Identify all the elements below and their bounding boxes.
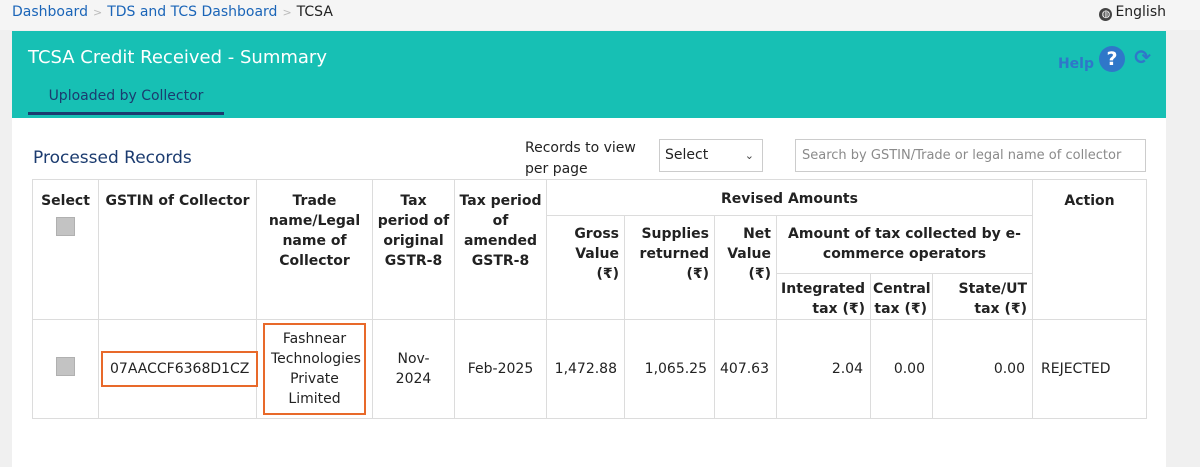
header-action: Action <box>1032 179 1147 320</box>
globe-icon: ◍ <box>1099 8 1113 21</box>
search-input[interactable] <box>795 139 1146 172</box>
breadcrumb-separator-icon: > <box>92 6 103 19</box>
breadcrumb-tds-tcs-dashboard[interactable]: TDS and TCS Dashboard <box>107 4 277 20</box>
state-tax-cell: 0.00 <box>932 319 1033 419</box>
header-amount-of-tax: Amount of tax collected by e-commerce op… <box>776 215 1033 274</box>
header-gstin: GSTIN of Collector <box>98 179 257 320</box>
header-trade-name: Trade name/Legal name of Collector <box>256 179 373 320</box>
tax-period-original-cell: Nov-2024 <box>372 319 455 419</box>
breadcrumb: Dashboard > TDS and TCS Dashboard > TCSA <box>12 4 333 20</box>
header-state-tax: State/UT tax (₹) <box>932 273 1033 320</box>
records-per-page-select[interactable]: Select ⌄ <box>659 139 763 172</box>
processed-records-table: Select GSTIN of Collector Trade name/Leg… <box>32 179 1147 419</box>
language-label: English <box>1115 4 1166 20</box>
header-select: Select <box>32 179 99 320</box>
central-tax-cell: 0.00 <box>870 319 933 419</box>
supplies-returned-cell: 1,065.25 <box>624 319 715 419</box>
help-icon[interactable]: ? <box>1099 46 1125 72</box>
header-tax-period-original: Tax period of original GSTR-8 <box>372 179 455 320</box>
records-per-page-value: Select <box>665 147 709 163</box>
trade-name-cell: Fashnear Technologies Private Limited <box>256 319 373 419</box>
header-integrated-tax: Integrated tax (₹) <box>776 273 871 320</box>
breadcrumb-separator-icon: > <box>282 6 292 19</box>
help-link[interactable]: Help <box>1058 56 1094 72</box>
header-select-label: Select <box>41 193 90 209</box>
page-header: TCSA Credit Received - Summary Help ? ⟳ … <box>12 31 1166 118</box>
page-title: TCSA Credit Received - Summary <box>28 47 327 68</box>
header-tax-period-amended: Tax period of amended GSTR-8 <box>454 179 547 320</box>
gross-value-cell: 1,472.88 <box>546 319 625 419</box>
breadcrumb-dashboard[interactable]: Dashboard <box>12 4 88 20</box>
tab-uploaded-by-collector[interactable]: Uploaded by Collector <box>28 81 224 115</box>
action-cell: REJECTED <box>1032 319 1147 419</box>
chevron-down-icon: ⌄ <box>744 149 754 162</box>
language-selector[interactable]: ◍ English <box>1099 4 1166 21</box>
top-bar: Dashboard > TDS and TCS Dashboard > TCSA ◍ En… <box>0 0 1200 30</box>
breadcrumb-current: TCSA <box>296 4 333 20</box>
tax-period-amended-cell: Feb-2025 <box>454 319 547 419</box>
trade-name-value: Fashnear Technologies Private Limited <box>263 323 366 415</box>
row-checkbox[interactable] <box>56 356 75 376</box>
records-per-page-label: Records to view per page <box>525 140 636 177</box>
integrated-tax-cell: 2.04 <box>776 319 871 419</box>
gstin-value: 07AACCF6368D1CZ <box>101 351 259 387</box>
gstin-cell: 07AACCF6368D1CZ <box>98 319 259 419</box>
net-value-cell: 407.63 <box>714 319 777 419</box>
header-revised-amounts: Revised Amounts <box>546 179 1033 216</box>
section-title: Processed Records <box>33 148 192 168</box>
header-net-value: Net Value (₹) <box>714 215 777 320</box>
refresh-icon[interactable]: ⟳ <box>1134 45 1151 69</box>
header-central-tax: Central tax (₹) <box>870 273 933 320</box>
header-gross-value: Gross Value (₹) <box>546 215 625 320</box>
select-all-checkbox[interactable] <box>56 217 75 236</box>
row-select-cell <box>32 319 99 419</box>
records-panel: Processed Records Records to view per pag… <box>12 118 1166 467</box>
table-row: 07AACCF6368D1CZ Fashnear Technologies Pr… <box>32 319 1147 419</box>
header-supplies-returned: Supplies returned (₹) <box>624 215 715 320</box>
